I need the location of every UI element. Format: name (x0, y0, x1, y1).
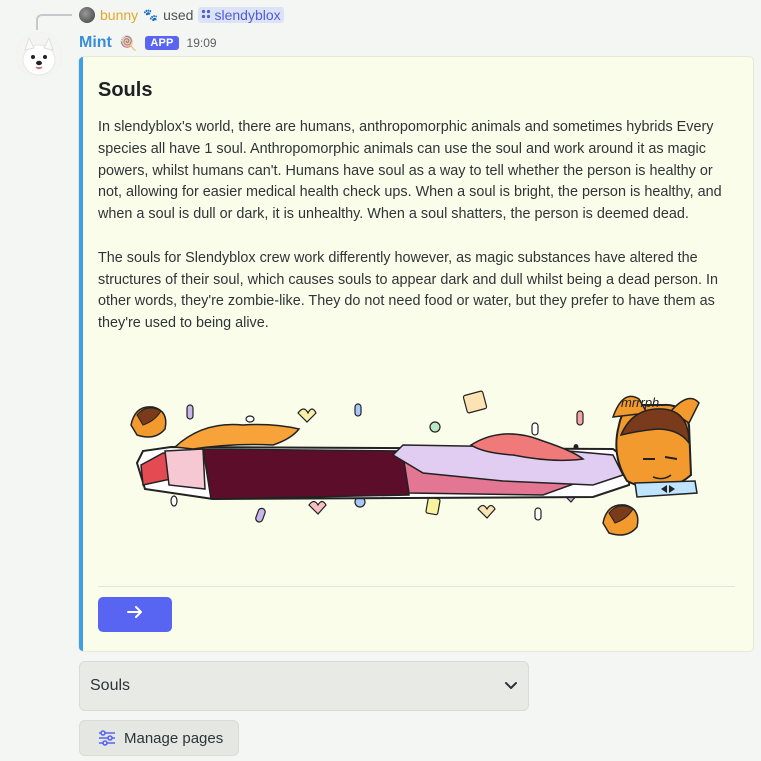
author-name[interactable]: Mint (79, 34, 112, 52)
sliders-icon (98, 729, 116, 747)
embed-description: In slendyblox's world, there are humans,… (98, 117, 738, 335)
chevron-down-icon (504, 678, 518, 695)
embed-image[interactable]: mrrrph (123, 385, 723, 545)
page-select-value: Souls (90, 677, 131, 694)
image-caption: mrrrph (621, 395, 659, 410)
embed-title: Souls (98, 79, 153, 101)
critter-right (602, 504, 639, 536)
manage-pages-button[interactable]: Manage pages (79, 720, 239, 756)
next-page-button[interactable] (98, 597, 172, 632)
embed-card: Souls In slendyblox's world, there are h… (79, 57, 753, 651)
embed-paragraph: In slendyblox's world, there are humans,… (98, 119, 722, 223)
critter-left (130, 406, 167, 438)
reply-username[interactable]: bunny (100, 7, 138, 23)
app-badge: APP (145, 36, 179, 50)
message-header: Mint 🍭 APP 19:09 (79, 32, 217, 54)
command-grid-icon (201, 9, 211, 22)
reply-action: used (163, 7, 194, 23)
page-select[interactable]: Souls (79, 661, 529, 711)
command-name: slendyblox (214, 7, 281, 23)
command-mention[interactable]: slendyblox (198, 7, 284, 23)
lollipop-icon: 🍭 (119, 34, 138, 51)
arrow-right-icon (126, 603, 144, 627)
paw-icon: 🐾 (143, 8, 159, 22)
avatar[interactable] (16, 32, 62, 78)
embed-divider (98, 586, 735, 587)
manage-pages-label: Manage pages (124, 729, 224, 747)
timestamp[interactable]: 19:09 (187, 36, 217, 50)
reply-context[interactable]: bunny 🐾 used slendyblox (79, 5, 284, 25)
reply-spine (36, 14, 72, 30)
embed-paragraph: The souls for Slendyblox crew work diffe… (98, 249, 718, 332)
reply-avatar[interactable] (79, 7, 95, 23)
